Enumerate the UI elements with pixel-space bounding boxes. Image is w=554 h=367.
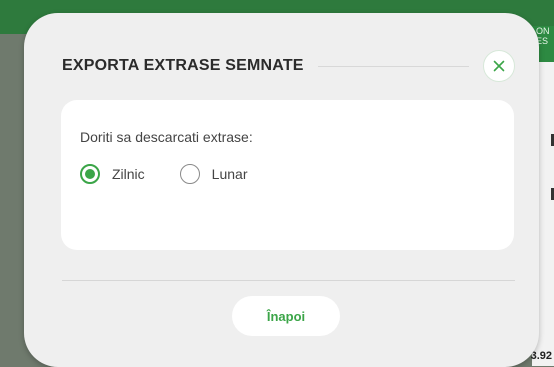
background-amount: 3.92: [530, 350, 552, 362]
header-divider: [317, 65, 469, 67]
options-card: Doriti sa descarcati extrase: Zilnic Lun…: [61, 100, 514, 250]
option-lunar[interactable]: Lunar: [179, 164, 248, 184]
footer-divider: [62, 280, 515, 281]
dialog-title: EXPORTA EXTRASE SEMNATE: [62, 57, 304, 74]
option-zilnic-label: Zilnic: [112, 166, 145, 182]
close-icon: [493, 60, 505, 72]
radio-zilnic[interactable]: [80, 164, 100, 184]
option-zilnic[interactable]: Zilnic: [80, 164, 145, 184]
close-button[interactable]: [483, 50, 515, 82]
radio-lunar[interactable]: [179, 164, 200, 184]
dialog-header: EXPORTA EXTRASE SEMNATE: [62, 50, 515, 82]
background-side-tag-line1: ON: [536, 26, 550, 36]
option-lunar-label: Lunar: [211, 166, 248, 182]
frequency-options: Zilnic Lunar: [80, 164, 282, 184]
question-label: Doriti sa descarcati extrase:: [80, 129, 253, 145]
back-button[interactable]: Înapoi: [232, 296, 340, 336]
export-statements-dialog: EXPORTA EXTRASE SEMNATE Doriti sa descar…: [24, 13, 539, 367]
